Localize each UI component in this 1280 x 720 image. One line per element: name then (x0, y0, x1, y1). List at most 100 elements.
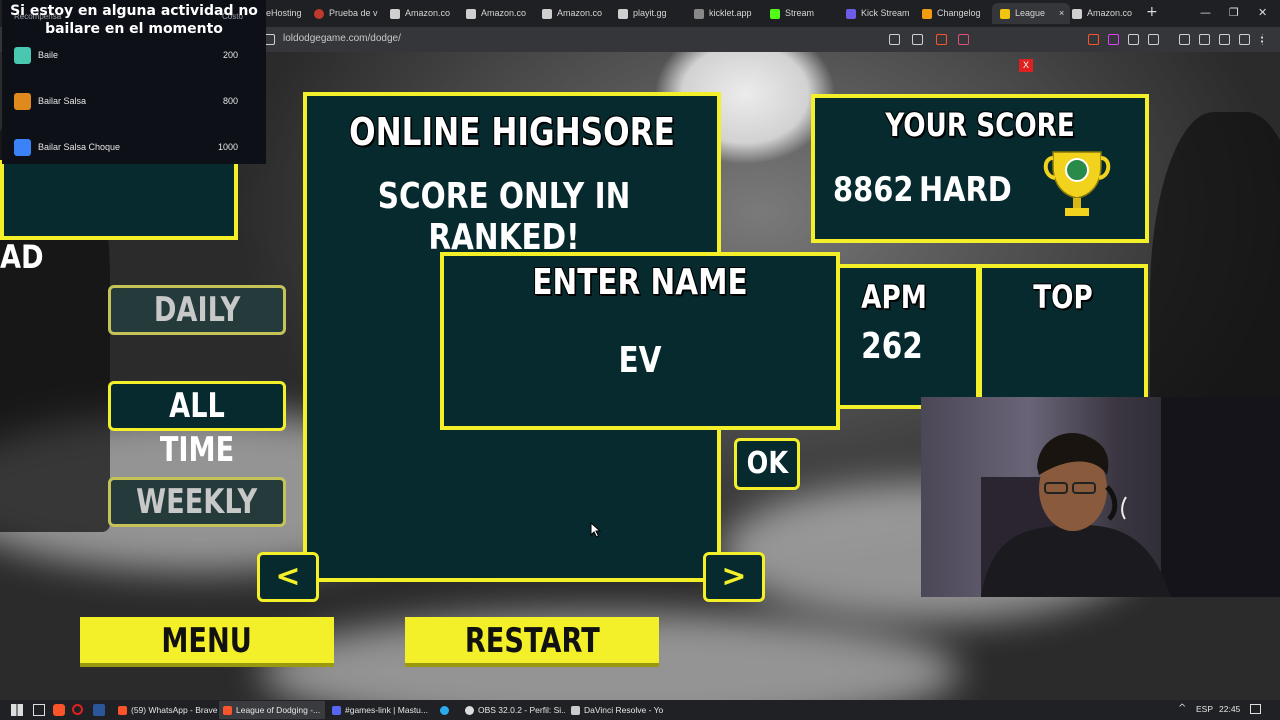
enter-name-dialog: ENTER NAME EV (440, 252, 840, 430)
windows-taskbar: (59) WhatsApp - Brave League of Dodging … (0, 700, 1280, 720)
close-window-icon[interactable]: ✕ (1258, 6, 1267, 19)
browser-tab[interactable]: Prueba de v (314, 3, 380, 24)
reward-cost: 800 (222, 96, 238, 106)
wallet-icon[interactable] (1199, 34, 1210, 45)
brave-rewards-icon[interactable] (958, 34, 969, 45)
close-game-button[interactable]: X (1019, 59, 1033, 72)
arrow-right-icon: > (721, 559, 747, 594)
windows-start-icon[interactable] (11, 704, 23, 716)
menu-icon[interactable] (1261, 34, 1265, 45)
reward-cost: 1000 (217, 142, 238, 152)
apm-value: 262 (861, 326, 923, 367)
taskbar-window-active[interactable]: League of Dodging -... (219, 701, 325, 719)
language-indicator[interactable]: ESP (1196, 704, 1213, 714)
browser-tab[interactable]: Changelog (922, 3, 990, 24)
menu-button[interactable]: MENU (80, 617, 334, 663)
taskbar-window[interactable] (436, 701, 460, 719)
leaderboard-notice: SCORE ONLY IN RANKED! (377, 176, 631, 258)
opera-taskbar-icon[interactable] (72, 704, 83, 715)
taskbar-window[interactable]: (59) WhatsApp - Brave (114, 701, 218, 719)
minimize-icon[interactable]: — (1200, 6, 1211, 19)
extension-icon[interactable] (1088, 34, 1099, 45)
word-taskbar-icon[interactable] (93, 704, 105, 716)
league-icon (1000, 8, 1010, 19)
reading-list-icon[interactable] (1179, 34, 1190, 45)
stream-rewards-overlay: Recompensa Costo Si estoy en alguna acti… (2, 0, 266, 164)
browser-tab[interactable]: Amazon.co (466, 3, 534, 24)
next-page-button[interactable]: > (703, 552, 765, 602)
prev-page-button[interactable]: < (257, 552, 319, 602)
reward-name: Baile (38, 50, 59, 60)
obs-icon (465, 706, 474, 716)
brave-icon (118, 706, 127, 716)
maximize-icon[interactable]: ❐ (1229, 6, 1239, 19)
amazon-icon (542, 8, 552, 19)
puzzle-icon[interactable] (1128, 34, 1139, 45)
kicklet-icon (694, 8, 704, 19)
reward-icon (14, 93, 31, 110)
browser-tab[interactable]: Stream (770, 3, 838, 24)
kick-icon (770, 8, 780, 19)
taskbar-window[interactable]: DaVinci Resolve - Yo (567, 701, 671, 719)
share-icon[interactable] (912, 34, 923, 45)
sidebar-icon[interactable] (1148, 34, 1159, 45)
extension-icon[interactable] (1108, 34, 1119, 45)
browser-tab[interactable]: Amazon.co (1072, 3, 1138, 24)
overlay-title: Si estoy en alguna actividad no bailare … (10, 3, 258, 37)
top-panel: TOP (978, 264, 1148, 409)
browser-tab[interactable]: Amazon.co (390, 3, 458, 24)
task-view-icon[interactable] (33, 704, 45, 716)
telegram-icon (440, 706, 449, 716)
tab-favicon-icon (314, 8, 324, 19)
browser-tab[interactable]: Kick Stream (846, 3, 914, 24)
reward-name: Bailar Salsa Choque (38, 142, 121, 152)
tab-weekly[interactable]: WEEKLY (108, 477, 286, 527)
browser-tab[interactable]: Amazon.co (542, 3, 610, 24)
close-tab-icon[interactable]: × (1059, 8, 1064, 18)
name-input[interactable]: EV (479, 340, 800, 381)
reward-row: Baile 200 (12, 46, 244, 66)
apm-panel: APM 262 (836, 264, 980, 409)
amazon-icon (1072, 8, 1082, 19)
your-score-title: YOUR SCORE (885, 106, 1075, 144)
taskbar-window[interactable]: OBS 32.0.2 - Perfil: Si... (461, 701, 565, 719)
tray-chevron-icon[interactable]: ^ (1178, 703, 1186, 714)
amazon-icon (390, 8, 400, 19)
browser-tab[interactable]: eHosting (266, 3, 310, 24)
enter-name-title: ENTER NAME (532, 262, 748, 303)
clock[interactable]: 22:45 (1219, 704, 1240, 714)
restart-button[interactable]: RESTART (405, 617, 659, 663)
davinci-icon (571, 706, 580, 716)
browser-tab-active[interactable]: League × (992, 3, 1070, 24)
reward-icon (14, 139, 31, 156)
taskbar-window[interactable]: #games-link | Mastu... (328, 701, 432, 719)
webcam-feed (921, 397, 1280, 597)
score-value: 8862 (833, 170, 914, 210)
playit-icon (618, 8, 628, 19)
tab-all-time[interactable]: ALL TIME (108, 381, 286, 470)
new-tab-button[interactable]: + (1146, 4, 1158, 20)
leaderboard-title: ONLINE HIGHSORE (349, 110, 675, 154)
brave-taskbar-icon[interactable] (53, 704, 65, 716)
leo-ai-icon[interactable] (1219, 34, 1230, 45)
url-field[interactable]: loldodgegame.com/dodge/ (283, 33, 401, 44)
tab-daily[interactable]: DAILY (108, 285, 286, 335)
ok-button[interactable]: OK (734, 438, 800, 490)
changelog-icon (922, 8, 932, 19)
trophy-icon (1043, 151, 1111, 216)
mouse-cursor-icon (590, 522, 602, 538)
reward-row: Bailar Salsa 800 (12, 92, 244, 112)
notification-icon[interactable] (1250, 704, 1261, 714)
amazon-icon (466, 8, 476, 19)
vpn-icon[interactable] (1239, 34, 1250, 45)
your-score-panel: YOUR SCORE 8862 HARD (811, 94, 1149, 243)
brave-shields-icon[interactable] (936, 34, 947, 45)
browser-tab[interactable]: playit.gg (618, 3, 686, 24)
browser-tab[interactable]: kicklet.app (694, 3, 762, 24)
partial-panel-text: AD (0, 238, 44, 276)
top-label: TOP (1033, 278, 1093, 316)
discord-icon (332, 706, 341, 716)
reward-name: Bailar Salsa (38, 96, 87, 106)
reward-cost: 200 (222, 50, 238, 60)
translate-icon[interactable] (889, 34, 900, 45)
